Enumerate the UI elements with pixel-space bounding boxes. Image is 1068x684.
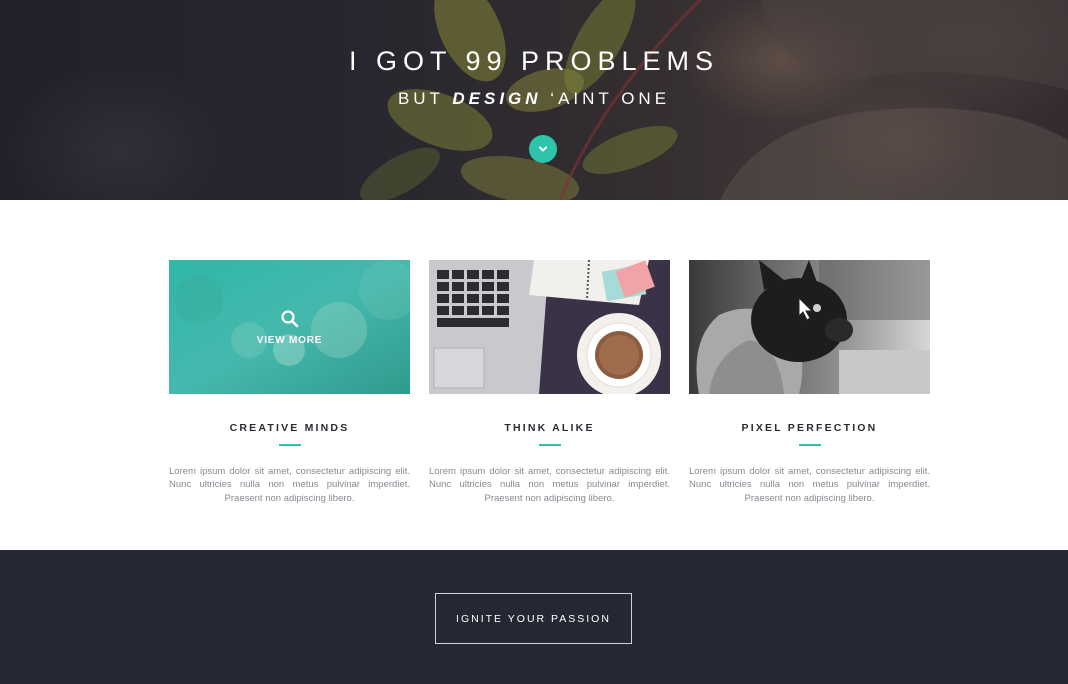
card-description: Lorem ipsum dolor sit amet, consectetur … bbox=[689, 466, 930, 504]
desk-image bbox=[429, 260, 670, 394]
features-section: VIEW MORE CREATIVE MINDS Lorem ipsum dol… bbox=[0, 200, 1068, 550]
card-divider bbox=[798, 444, 821, 446]
footer-section: IGNITE YOUR PASSION bbox=[0, 550, 1068, 684]
hero-subtitle: BUT DESIGN ‘AINT ONE bbox=[0, 89, 1068, 109]
dog-image bbox=[689, 260, 930, 394]
view-more-label[interactable]: VIEW MORE bbox=[257, 335, 323, 346]
card-divider bbox=[538, 444, 561, 446]
card-divider bbox=[278, 444, 301, 446]
card-title: PIXEL PERFECTION bbox=[741, 422, 878, 434]
ignite-passion-button[interactable]: IGNITE YOUR PASSION bbox=[435, 593, 632, 644]
hero-subtitle-emphasis: DESIGN bbox=[452, 89, 542, 108]
view-more-overlay[interactable]: VIEW MORE bbox=[169, 260, 410, 394]
card-image-desk[interactable] bbox=[429, 260, 670, 394]
chevron-down-icon bbox=[539, 146, 547, 152]
card-title: CREATIVE MINDS bbox=[229, 422, 350, 434]
card-image-dog[interactable] bbox=[689, 260, 930, 394]
feature-card-think-alike: THINK ALIKE Lorem ipsum dolor sit amet, … bbox=[429, 260, 670, 505]
card-description: Lorem ipsum dolor sit amet, consectetur … bbox=[429, 466, 670, 504]
hero-subtitle-pre: BUT bbox=[397, 89, 444, 108]
hero-subtitle-post: ‘AINT ONE bbox=[550, 89, 671, 108]
card-description: Lorem ipsum dolor sit amet, consectetur … bbox=[169, 466, 410, 504]
card-title: THINK ALIKE bbox=[504, 422, 595, 434]
hero-title: I GOT 99 PROBLEMS bbox=[348, 46, 720, 76]
search-icon bbox=[280, 309, 298, 327]
feature-card-pixel-perfection: PIXEL PERFECTION Lorem ipsum dolor sit a… bbox=[689, 260, 930, 505]
feature-card-creative-minds: VIEW MORE CREATIVE MINDS Lorem ipsum dol… bbox=[169, 260, 410, 505]
scroll-down-button[interactable] bbox=[529, 135, 557, 163]
card-image-bokeh[interactable]: VIEW MORE bbox=[169, 260, 410, 394]
hero-banner: I GOT 99 PROBLEMS BUT DESIGN ‘AINT ONE bbox=[0, 0, 1068, 200]
